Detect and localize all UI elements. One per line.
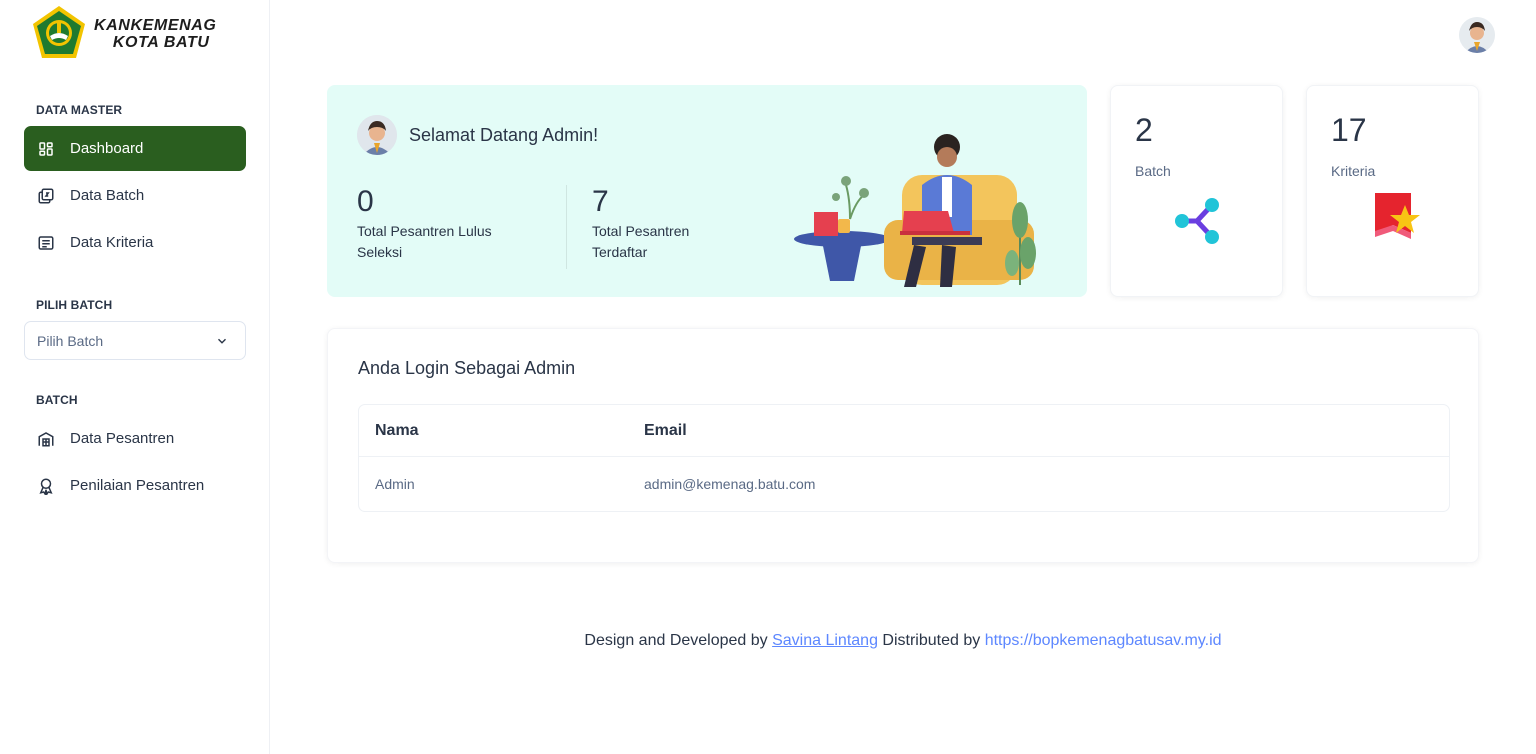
column-header-email: Email	[644, 421, 687, 439]
footer-link-site[interactable]: https://bopkemenagbatusav.my.id	[985, 632, 1222, 649]
copy-2-icon	[36, 186, 56, 206]
section-title-pilih-batch: PILIH BATCH	[36, 298, 113, 312]
sidebar-item-dashboard[interactable]: Dashboard	[24, 126, 246, 171]
stat-divider	[566, 185, 567, 269]
sidebar-item-data-kriteria[interactable]: Data Kriteria	[24, 220, 246, 265]
card-label: Kriteria	[1331, 163, 1376, 179]
avatar-icon	[357, 115, 397, 155]
sidebar-item-label: Data Batch	[70, 187, 145, 204]
sidebar-item-label: Dashboard	[70, 140, 144, 157]
section-title-data-master: DATA MASTER	[36, 103, 123, 117]
brand-line-1: KANKEMENAG	[94, 17, 217, 34]
footer-text-distributed: Distributed by	[882, 632, 981, 649]
footer-link-author[interactable]: Savina Lintang	[772, 632, 878, 649]
batch-select[interactable]: Pilih Batch	[24, 321, 246, 360]
building-icon	[36, 429, 56, 449]
login-info-card: Anda Login Sebagai Admin Nama Email Admi…	[327, 328, 1479, 563]
welcome-card: Selamat Datang Admin! 0 Total Pesantren …	[327, 85, 1087, 297]
card-label: Batch	[1135, 163, 1171, 179]
star-flag-icon	[1375, 193, 1420, 239]
batch-count-card: 2 Batch	[1110, 85, 1283, 297]
stat-label: Total Pesantren Terdaftar	[592, 223, 690, 260]
brand-logo-link[interactable]: KANKEMENAG KOTA BATU	[28, 4, 238, 64]
sidebar-item-data-batch[interactable]: Data Batch	[24, 173, 246, 218]
sidebar-item-label: Data Kriteria	[70, 234, 154, 251]
avatar	[357, 115, 397, 155]
card-value: 17	[1331, 112, 1367, 148]
section-title-batch: BATCH	[36, 393, 78, 407]
user-avatar-button[interactable]	[1459, 17, 1495, 53]
cell-email: admin@kemenag.batu.com	[644, 476, 816, 492]
sidebar-item-label: Data Pesantren	[70, 430, 175, 447]
login-card-title: Anda Login Sebagai Admin	[358, 358, 576, 378]
welcome-title: Selamat Datang Admin!	[409, 124, 599, 145]
brand-line-2: KOTA BATU	[112, 34, 210, 51]
card-value: 2	[1135, 112, 1153, 148]
brand-name: KANKEMENAG KOTA BATU	[94, 17, 216, 51]
column-header-nama: Nama	[375, 421, 419, 439]
stat-label: Total Pesantren Lulus Seleksi	[357, 223, 492, 260]
stat-lulus: 0 Total Pesantren Lulus Seleksi	[357, 185, 527, 263]
footer-text-designed: Design and Developed by	[584, 632, 768, 649]
list-details-icon	[36, 233, 56, 253]
user-table: Nama Email Admin admin@kemenag.batu.com	[358, 404, 1450, 512]
award-icon	[36, 476, 56, 496]
cell-nama: Admin	[375, 476, 415, 492]
kemenag-logo-icon	[33, 6, 85, 58]
dashboard-icon	[36, 139, 56, 159]
chevron-down-icon	[218, 338, 226, 344]
stat-value: 7	[592, 185, 609, 218]
stat-terdaftar: 7 Total Pesantren Terdaftar	[592, 185, 712, 263]
sidebar-item-data-pesantren[interactable]: Data Pesantren	[24, 416, 246, 461]
kriteria-count-card: 17 Kriteria	[1306, 85, 1479, 297]
footer: Design and Developed by Savina Lintang D…	[0, 632, 1536, 650]
share-network-icon	[1175, 198, 1219, 244]
sidebar-item-penilaian-pesantren[interactable]: Penilaian Pesantren	[24, 463, 246, 508]
batch-select-value: Pilih Batch	[37, 332, 104, 349]
avatar-icon	[1459, 17, 1495, 53]
table-row: Admin admin@kemenag.batu.com	[359, 457, 1449, 511]
welcome-illustration	[794, 134, 1036, 287]
sidebar-item-label: Penilaian Pesantren	[70, 477, 205, 494]
stat-value: 0	[357, 185, 374, 218]
table-header-row: Nama Email	[359, 405, 1449, 457]
